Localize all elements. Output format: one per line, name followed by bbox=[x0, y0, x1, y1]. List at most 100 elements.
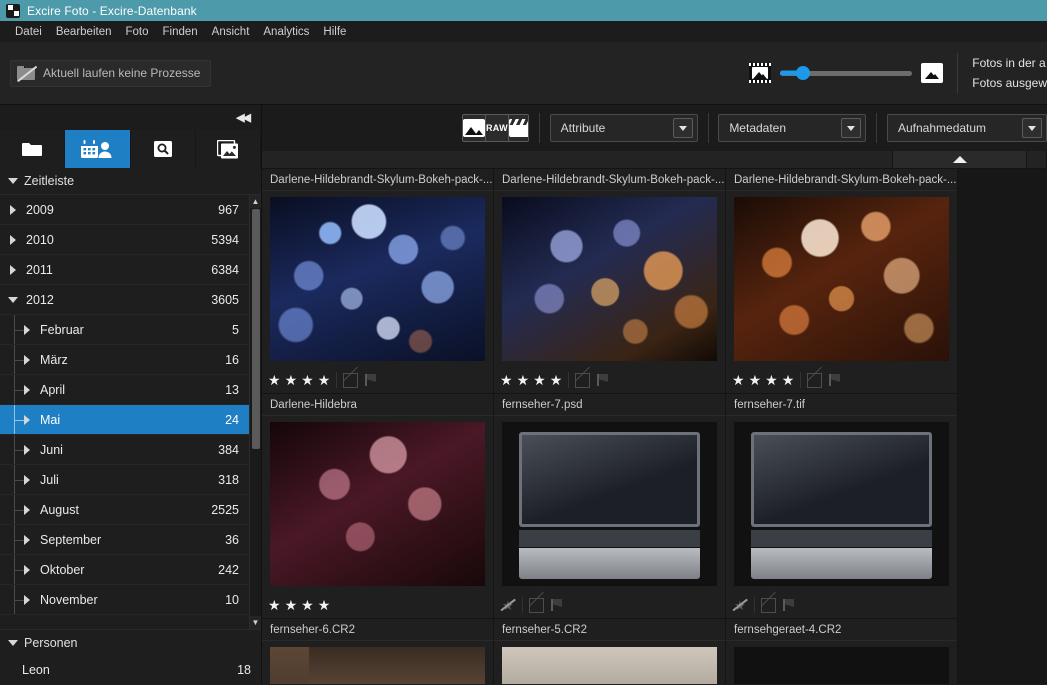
flag-icon[interactable] bbox=[550, 598, 564, 612]
slider-handle[interactable] bbox=[796, 66, 811, 80]
tree-row[interactable]: April 13 bbox=[0, 375, 249, 405]
no-rating-icon[interactable]: ★ bbox=[732, 597, 748, 613]
tree-row[interactable]: Juli 318 bbox=[0, 465, 249, 495]
chevron-down-icon[interactable] bbox=[841, 118, 862, 138]
rating-stars[interactable]: ★ ★ ★ ★ bbox=[268, 373, 330, 387]
reject-icon[interactable] bbox=[343, 372, 359, 388]
chevron-right-icon[interactable] bbox=[10, 204, 16, 215]
no-rating-icon[interactable]: ★ bbox=[500, 597, 516, 613]
thumbnail-cell[interactable]: Darlene-Hildebrandt-Skylum-Bokeh-pack-..… bbox=[262, 169, 494, 394]
chevron-right-icon[interactable] bbox=[24, 534, 30, 545]
thumbnail-cell[interactable]: Darlene-Hildebra ★ ★ ★ ★ bbox=[262, 394, 494, 619]
thumbnail-cell[interactable]: Darlene-Hildebrandt-Skylum-Bokeh-pack-..… bbox=[726, 169, 958, 394]
sidebar-tab-library[interactable] bbox=[196, 130, 261, 168]
chevron-right-icon[interactable] bbox=[10, 264, 16, 275]
thumbnail-cell[interactable]: Darlene-Hildebrandt-Skylum-Bokeh-pack-..… bbox=[494, 169, 726, 394]
dropdown-attribute[interactable]: Attribute bbox=[549, 114, 698, 142]
reject-icon[interactable] bbox=[529, 597, 544, 613]
chevron-down-icon[interactable] bbox=[672, 118, 693, 138]
chevron-down-icon[interactable] bbox=[8, 296, 18, 303]
tree-row[interactable]: 2011 6384 bbox=[0, 255, 249, 285]
chevron-right-icon[interactable] bbox=[24, 564, 30, 575]
menu-finden[interactable]: Finden bbox=[156, 24, 205, 40]
tree-row[interactable]: Oktober 242 bbox=[0, 555, 249, 585]
cell-thumbnail[interactable] bbox=[270, 197, 485, 361]
rating-stars[interactable]: ★ ★ ★ ★ bbox=[732, 373, 794, 387]
menu-foto[interactable]: Foto bbox=[118, 24, 155, 40]
reject-icon[interactable] bbox=[761, 597, 776, 613]
tree-row[interactable]: November 10 bbox=[0, 585, 249, 615]
star-icon[interactable]: ★ bbox=[765, 373, 778, 387]
star-icon[interactable]: ★ bbox=[268, 373, 281, 387]
cell-thumbnail[interactable] bbox=[502, 647, 717, 684]
scroll-up-button[interactable]: ▲ bbox=[249, 195, 261, 208]
star-icon[interactable]: ★ bbox=[285, 598, 298, 612]
star-icon[interactable]: ★ bbox=[533, 373, 546, 387]
menu-hilfe[interactable]: Hilfe bbox=[316, 24, 353, 40]
dropdown-metadaten[interactable]: Metadaten bbox=[718, 114, 867, 142]
star-icon[interactable]: ★ bbox=[500, 373, 513, 387]
scroll-down-button[interactable]: ▼ bbox=[249, 616, 261, 629]
thumbnail-cell[interactable]: fernseher-7.psd ★ bbox=[494, 394, 726, 619]
thumbnail-cell[interactable]: fernsehgeraet-4.CR2 bbox=[726, 619, 958, 684]
toggle-raw[interactable]: RAW bbox=[486, 115, 509, 141]
cell-thumbnail[interactable] bbox=[734, 197, 949, 361]
tree-row-selected[interactable]: Mai 24 bbox=[0, 405, 249, 435]
sidebar-scrollbar[interactable]: ▲ ▼ bbox=[249, 195, 261, 629]
cell-thumbnail[interactable] bbox=[734, 422, 949, 586]
star-icon[interactable]: ★ bbox=[301, 373, 314, 387]
collapse-sidebar-button[interactable]: ◀◀ bbox=[236, 111, 251, 124]
star-icon[interactable]: ★ bbox=[732, 373, 745, 387]
cell-thumbnail[interactable] bbox=[502, 197, 717, 361]
chevron-right-icon[interactable] bbox=[24, 354, 30, 365]
star-icon[interactable]: ★ bbox=[301, 598, 314, 612]
tree-row[interactable]: 2009 967 bbox=[0, 195, 249, 225]
menu-ansicht[interactable]: Ansicht bbox=[205, 24, 257, 40]
tree-row[interactable]: 2010 5394 bbox=[0, 225, 249, 255]
timeline-section-header[interactable]: Zeitleiste bbox=[0, 168, 261, 194]
tree-row[interactable]: September 36 bbox=[0, 525, 249, 555]
chevron-right-icon[interactable] bbox=[24, 504, 30, 515]
sidebar-tab-folders[interactable] bbox=[0, 130, 66, 168]
cell-thumbnail[interactable] bbox=[734, 647, 949, 684]
cell-thumbnail[interactable] bbox=[502, 422, 717, 586]
person-row[interactable]: Leon 18 bbox=[0, 656, 261, 684]
large-thumbnail-icon[interactable] bbox=[921, 63, 944, 83]
menu-analytics[interactable]: Analytics bbox=[256, 24, 316, 40]
process-status-chip[interactable]: Aktuell laufen keine Prozesse bbox=[10, 59, 212, 87]
sidebar-tab-timeline-people[interactable] bbox=[65, 130, 131, 168]
star-icon[interactable]: ★ bbox=[550, 373, 563, 387]
chevron-right-icon[interactable] bbox=[24, 384, 30, 395]
reject-icon[interactable] bbox=[575, 372, 591, 388]
menu-bearbeiten[interactable]: Bearbeiten bbox=[49, 24, 119, 40]
tree-row[interactable]: Februar 5 bbox=[0, 315, 249, 345]
people-section-header[interactable]: Personen bbox=[0, 630, 261, 656]
star-icon[interactable]: ★ bbox=[782, 373, 795, 387]
toggle-video[interactable] bbox=[508, 115, 528, 141]
thumbnail-cell[interactable]: fernseher-5.CR2 ★ bbox=[494, 619, 726, 684]
chevron-right-icon[interactable] bbox=[24, 444, 30, 455]
flag-icon[interactable] bbox=[828, 373, 842, 387]
tree-row[interactable]: August 2525 bbox=[0, 495, 249, 525]
star-icon[interactable]: ★ bbox=[318, 373, 331, 387]
tree-row[interactable]: 2012 3605 bbox=[0, 285, 249, 315]
star-icon[interactable]: ★ bbox=[517, 373, 530, 387]
flag-icon[interactable] bbox=[782, 598, 796, 612]
rating-stars[interactable]: ★ ★ ★ ★ bbox=[500, 373, 562, 387]
chevron-right-icon[interactable] bbox=[10, 234, 16, 245]
chevron-right-icon[interactable] bbox=[24, 324, 30, 335]
tree-row[interactable]: März 16 bbox=[0, 345, 249, 375]
star-icon[interactable]: ★ bbox=[318, 598, 331, 612]
star-icon[interactable]: ★ bbox=[749, 373, 762, 387]
thumbnail-cell[interactable]: fernseher-7.tif ★ bbox=[726, 394, 958, 619]
thumbnail-cell[interactable]: fernseher-6.CR2 ★ RAW bbox=[262, 619, 494, 684]
small-thumbnail-icon[interactable] bbox=[749, 63, 772, 83]
flag-icon[interactable] bbox=[364, 373, 378, 387]
toggle-photo[interactable] bbox=[463, 115, 486, 141]
menu-datei[interactable]: Datei bbox=[8, 24, 49, 40]
rating-stars[interactable]: ★ ★ ★ ★ bbox=[268, 598, 330, 612]
sidebar-tab-search[interactable] bbox=[131, 130, 196, 168]
chevron-right-icon[interactable] bbox=[24, 594, 30, 605]
dropdown-aufnahmedatum[interactable]: Aufnahmedatum bbox=[886, 114, 1047, 142]
star-icon[interactable]: ★ bbox=[285, 373, 298, 387]
